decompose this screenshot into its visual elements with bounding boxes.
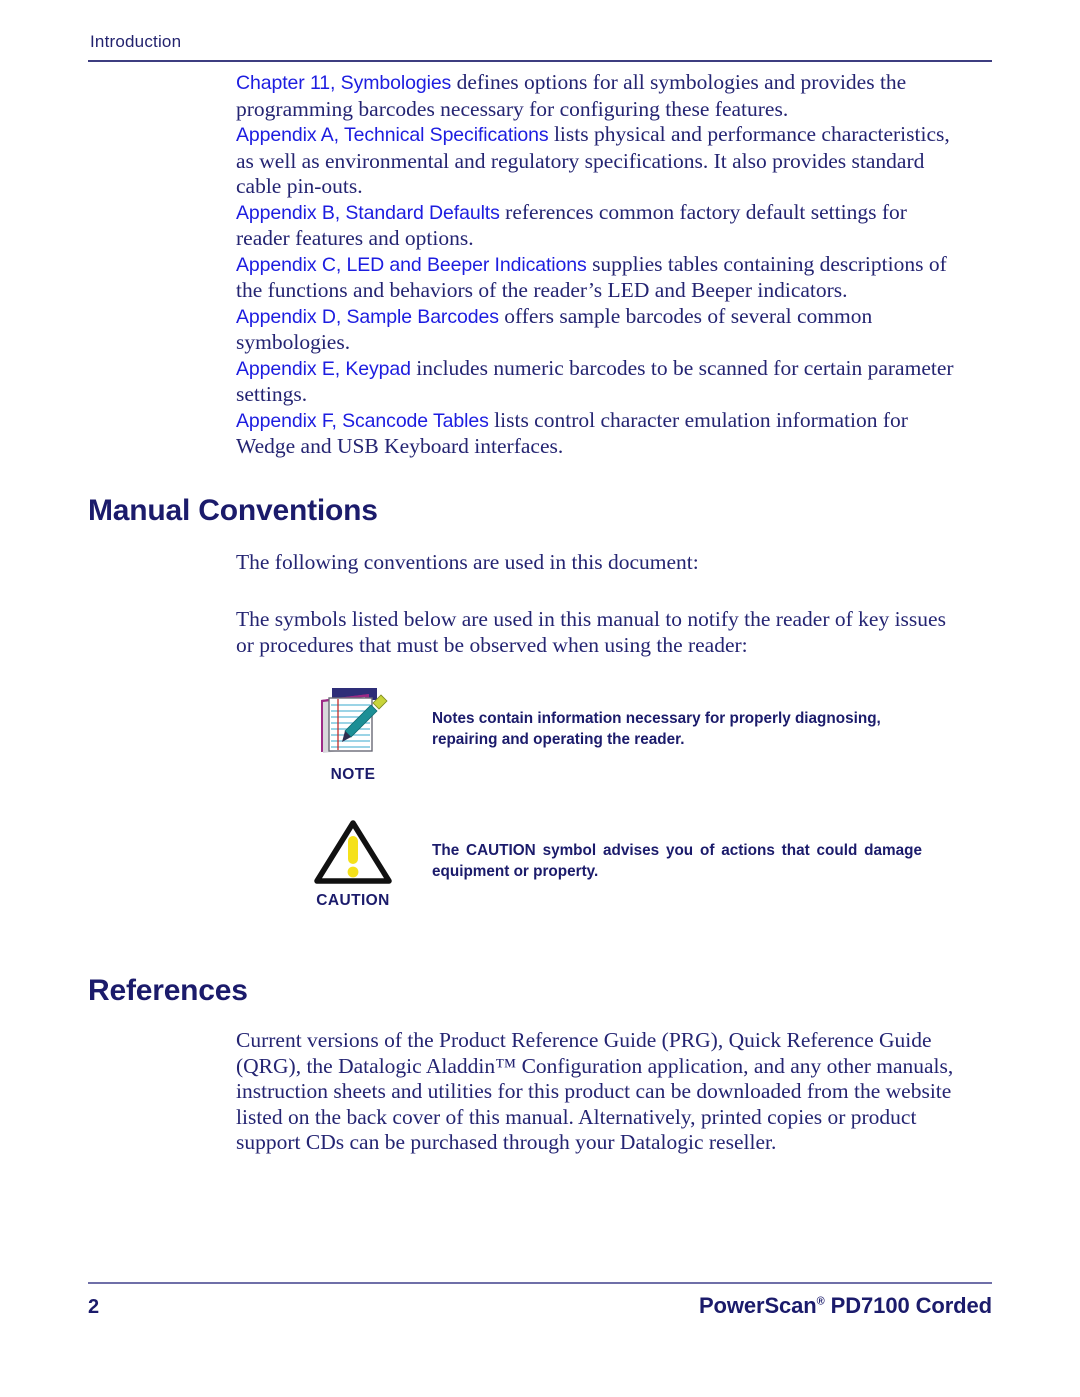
xref-link-appendix-d[interactable]: Appendix D, Sample Barcodes	[236, 306, 499, 328]
registered-trademark-icon: ®	[816, 1295, 825, 1308]
intro-paragraph: Chapter 11, Symbologies defines options …	[236, 70, 964, 122]
caution-text: The CAUTION symbol advises you of action…	[432, 842, 922, 880]
xref-link-appendix-b[interactable]: Appendix B, Standard Defaults	[236, 202, 500, 224]
references-paragraph: Current versions of the Product Referenc…	[236, 1028, 954, 1154]
page-header: Introduction	[88, 32, 992, 63]
document-page: Introduction Chapter 11, Symbologies def…	[0, 0, 1080, 1397]
xref-link-chapter-11[interactable]: Chapter 11, Symbologies	[236, 72, 451, 94]
note-label: NOTE	[330, 766, 376, 783]
xref-link-appendix-f[interactable]: Appendix F, Scancode Tables	[236, 410, 489, 432]
xref-link-appendix-a[interactable]: Appendix A, Technical Specifications	[236, 124, 549, 146]
note-text: Notes contain information necessary for …	[432, 710, 881, 748]
footer-product-model: PD7100 Corded	[824, 1293, 992, 1318]
header-rule	[88, 60, 992, 63]
footer-product-name: PowerScan	[698, 1293, 817, 1318]
note-icon-column: NOTE	[298, 686, 408, 784]
footer-product-title: PowerScan® PD7100 Corded	[699, 1293, 992, 1319]
section-heading-manual-conventions: Manual Conventions	[88, 493, 378, 527]
manual-conventions-intro: The following conventions are used in th…	[236, 549, 699, 574]
manual-conventions-symbols-intro: The symbols listed below are used in thi…	[236, 607, 946, 657]
intro-paragraph: Appendix C, LED and Beeper Indications s…	[236, 252, 964, 304]
page-content: Chapter 11, Symbologies defines options …	[88, 70, 992, 1156]
intro-paragraph: Appendix E, Keypad includes numeric barc…	[236, 356, 964, 408]
page-number: 2	[88, 1296, 100, 1318]
caution-icon-column: CAUTION	[298, 818, 408, 910]
intro-paragraph: Appendix F, Scancode Tables lists contro…	[236, 408, 964, 460]
intro-paragraph: Appendix A, Technical Specifications lis…	[236, 122, 964, 200]
xref-link-appendix-c[interactable]: Appendix C, LED and Beeper Indications	[236, 254, 587, 276]
caution-admonition: CAUTION The CAUTION symbol advises you o…	[236, 818, 964, 914]
intro-paragraph: Appendix D, Sample Barcodes offers sampl…	[236, 304, 964, 356]
footer-rule	[88, 1282, 992, 1284]
intro-paragraph: Appendix B, Standard Defaults references…	[236, 200, 964, 252]
running-head: Introduction	[90, 32, 182, 51]
note-admonition: NOTE Notes contain information necessary…	[236, 686, 964, 784]
caution-label: CAUTION	[316, 892, 390, 909]
footer-row: 2 PowerScan® PD7100 Corded	[88, 1293, 992, 1319]
warning-triangle-icon	[311, 818, 395, 886]
notepad-pen-icon	[311, 686, 395, 760]
page-footer: 2 PowerScan® PD7100 Corded	[88, 1282, 992, 1319]
xref-link-appendix-e[interactable]: Appendix E, Keypad	[236, 358, 411, 380]
section-heading-references: References	[88, 974, 248, 1007]
